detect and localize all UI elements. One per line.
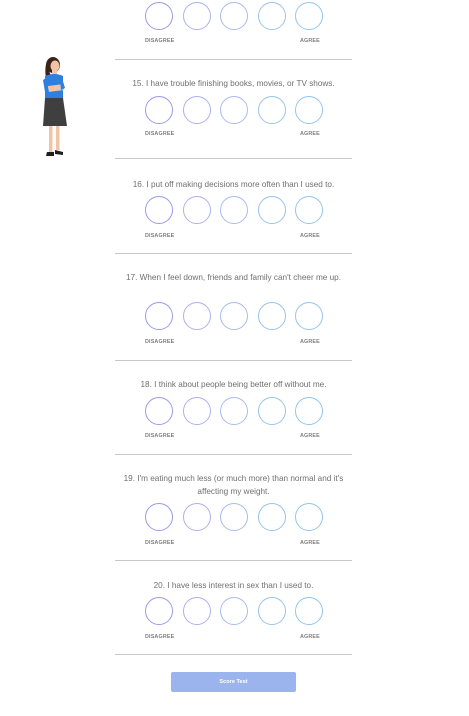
agreement-scale (145, 96, 325, 126)
scale-option-5[interactable] (295, 96, 323, 124)
disagree-label: DISAGREE (145, 433, 175, 439)
agreement-scale (145, 597, 325, 627)
scale-option-5[interactable] (295, 302, 323, 330)
agree-label: AGREE (300, 540, 320, 546)
agreement-scale (145, 397, 325, 427)
scale-option-4[interactable] (258, 96, 286, 124)
disagree-label: DISAGREE (145, 634, 175, 640)
scale-option-2[interactable] (183, 2, 211, 30)
scale-option-4[interactable] (258, 302, 286, 330)
agreement-scale (145, 302, 325, 332)
scale-option-4[interactable] (258, 397, 286, 425)
scale-option-1[interactable] (145, 96, 173, 124)
scale-option-3[interactable] (220, 196, 248, 224)
scale-option-1[interactable] (145, 503, 173, 531)
disagree-label: DISAGREE (145, 131, 175, 137)
divider (115, 560, 352, 561)
scale-option-3[interactable] (220, 2, 248, 30)
scale-option-4[interactable] (258, 196, 286, 224)
scale-option-3[interactable] (220, 397, 248, 425)
scale-option-3[interactable] (220, 503, 248, 531)
question-text: 17. When I feel down, friends and family… (125, 273, 341, 282)
scale-option-5[interactable] (295, 397, 323, 425)
scale-option-5[interactable] (295, 2, 323, 30)
scale-option-2[interactable] (183, 597, 211, 625)
divider (115, 253, 352, 254)
scale-option-5[interactable] (295, 503, 323, 531)
score-test-button[interactable]: Score Test (171, 672, 296, 692)
question-text: 16. I put off making decisions more ofte… (132, 180, 335, 189)
scale-option-4[interactable] (258, 503, 286, 531)
divider (115, 454, 352, 455)
divider (115, 360, 352, 361)
scale-option-1[interactable] (145, 597, 173, 625)
agree-label: AGREE (300, 131, 320, 137)
disagree-label: DISAGREE (145, 233, 175, 239)
scale-option-2[interactable] (183, 503, 211, 531)
scale-option-2[interactable] (183, 96, 211, 124)
divider (115, 59, 352, 60)
scale-option-4[interactable] (258, 2, 286, 30)
disagree-label: DISAGREE (145, 339, 175, 345)
scale-option-3[interactable] (220, 96, 248, 124)
divider (115, 158, 352, 159)
agree-label: AGREE (300, 433, 320, 439)
question-text: 15. I have trouble finishing books, movi… (132, 79, 335, 88)
agree-label: AGREE (300, 233, 320, 239)
woman-illustration (43, 57, 67, 156)
agree-label: AGREE (300, 339, 320, 345)
agreement-scale (145, 2, 325, 32)
question-text: 18. I think about people being better of… (140, 380, 327, 389)
scale-option-2[interactable] (183, 196, 211, 224)
scale-option-3[interactable] (220, 302, 248, 330)
scale-option-2[interactable] (183, 302, 211, 330)
scale-option-1[interactable] (145, 2, 173, 30)
scale-option-1[interactable] (145, 196, 173, 224)
scale-option-2[interactable] (183, 397, 211, 425)
scale-option-1[interactable] (145, 302, 173, 330)
disagree-label: DISAGREE (145, 540, 175, 546)
scale-option-1[interactable] (145, 397, 173, 425)
question-text: 19. I'm eating much less (or much more) … (123, 474, 344, 496)
scale-option-3[interactable] (220, 597, 248, 625)
agree-label: AGREE (300, 634, 320, 640)
question-text: 20. I have less interest in sex than I u… (153, 581, 314, 590)
scale-option-4[interactable] (258, 597, 286, 625)
agreement-scale (145, 503, 325, 533)
agree-label: AGREE (300, 38, 320, 44)
disagree-label: DISAGREE (145, 38, 175, 44)
divider (115, 654, 352, 655)
agreement-scale (145, 196, 325, 226)
scale-option-5[interactable] (295, 597, 323, 625)
scale-option-5[interactable] (295, 196, 323, 224)
